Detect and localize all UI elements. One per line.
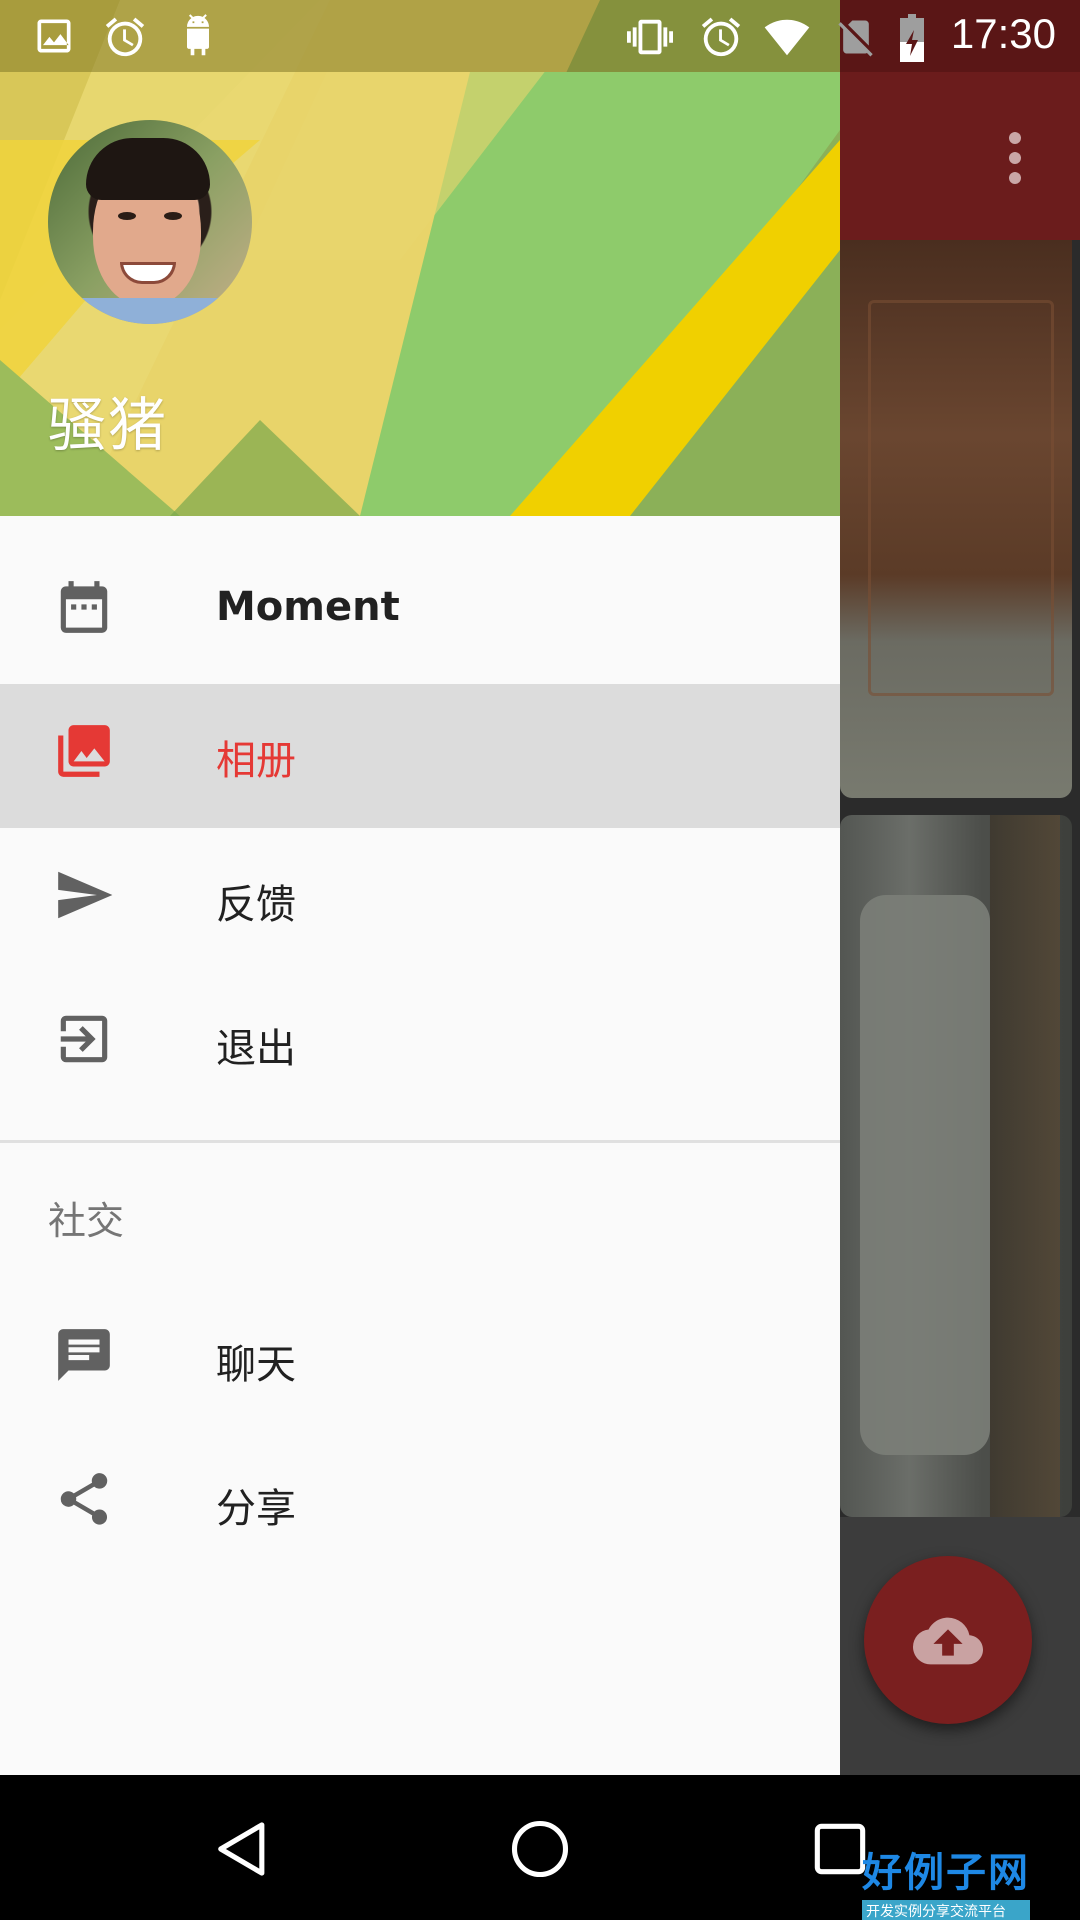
vibrate-icon — [627, 19, 673, 55]
watermark-main: 好例子网 — [862, 1850, 1030, 1896]
nav-item-feedback[interactable]: 反馈 — [0, 828, 840, 972]
image-icon — [37, 19, 71, 53]
nav-item-label: 反馈 — [216, 882, 296, 928]
calendar-icon — [60, 581, 108, 633]
nav-item-label: 分享 — [216, 1486, 296, 1532]
nav-item-album[interactable]: 相册 — [0, 684, 840, 828]
send-icon — [58, 871, 113, 919]
alarm-icon — [701, 17, 741, 57]
photo-library-icon — [58, 725, 110, 777]
nav-item-exit[interactable]: 退出 — [0, 972, 840, 1116]
upload-fab-button[interactable] — [864, 1556, 1032, 1724]
home-icon[interactable] — [506, 1815, 574, 1883]
exit-icon — [60, 1015, 108, 1063]
more-vert-icon[interactable] — [1000, 128, 1030, 188]
clock: 17:30 — [950, 10, 1056, 57]
share-icon — [60, 1473, 108, 1525]
android-icon — [187, 14, 209, 56]
user-name: 骚猪 — [48, 391, 169, 459]
section-header: 社交 — [48, 1199, 125, 1243]
divider — [0, 1140, 840, 1143]
navigation-drawer: 骚猪 Moment 相册 反馈 退出 社交 聊天 分享 — [0, 0, 840, 1775]
battery-charging-icon — [900, 14, 924, 62]
nav-item-label: Moment — [216, 584, 400, 630]
nav-item-label: 聊天 — [216, 1342, 296, 1388]
back-icon[interactable] — [208, 1815, 276, 1883]
drawer-header: 骚猪 — [0, 0, 840, 516]
status-bar: 17:30 — [0, 0, 1080, 72]
wifi-icon — [764, 19, 810, 56]
chat-icon — [58, 1329, 110, 1381]
no-sim-icon — [838, 20, 873, 57]
nav-item-moment[interactable]: Moment — [0, 540, 840, 684]
photo-card[interactable] — [840, 815, 1072, 1517]
watermark-sub: 开发实例分享交流平台 — [862, 1900, 1030, 1920]
cloud-upload-icon — [913, 1617, 983, 1665]
avatar[interactable] — [48, 120, 252, 324]
photo-card[interactable] — [840, 240, 1072, 798]
nav-item-label: 相册 — [216, 738, 296, 784]
nav-item-label: 退出 — [216, 1026, 296, 1072]
nav-item-chat[interactable]: 聊天 — [0, 1288, 840, 1432]
nav-item-share[interactable]: 分享 — [0, 1432, 840, 1576]
alarm-icon — [105, 17, 145, 57]
watermark-logo: 好例子网 开发实例分享交流平台 — [862, 1840, 1030, 1920]
